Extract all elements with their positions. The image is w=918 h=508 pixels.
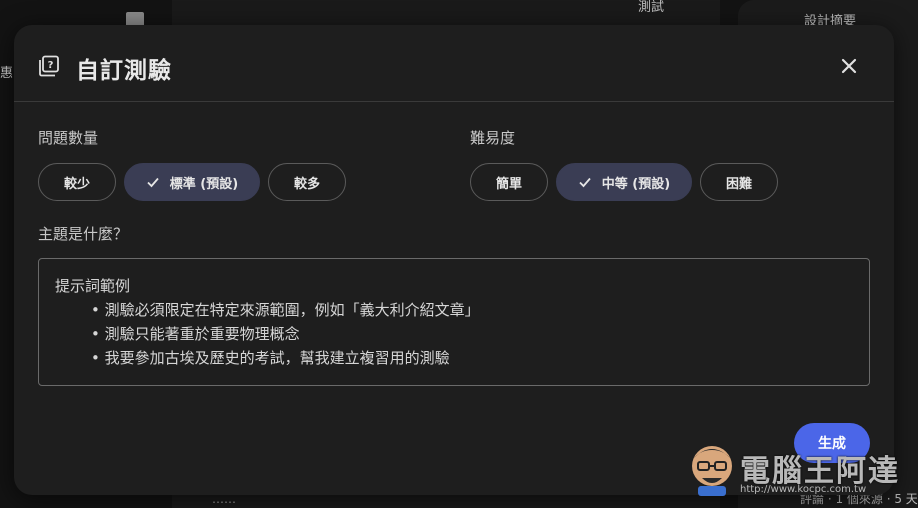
check-icon xyxy=(578,175,592,189)
watermark-url: http://www.kocpc.com.tw xyxy=(740,484,867,495)
dialog-title: 自訂測驗 xyxy=(76,58,172,84)
chip-standard[interactable]: 標準 (預設) xyxy=(124,163,260,201)
watermark-mascot-icon xyxy=(692,446,732,496)
topic-input[interactable]: 提示詞範例 • 測驗必須限定在特定來源範圍，例如「義大利介紹文章」 • 測驗只能… xyxy=(38,258,870,386)
background-top-text: 測試 xyxy=(638,0,665,15)
topic-example-1-text: 測驗必須限定在特定來源範圍，例如「義大利介紹文章」 xyxy=(104,301,480,319)
chip-hard[interactable]: 困難 xyxy=(700,163,778,201)
topic-label: 主題是什麼？ xyxy=(38,225,129,243)
difficulty-label: 難易度 xyxy=(470,129,516,147)
chip-more[interactable]: 較多 xyxy=(268,163,346,201)
chip-hard-label: 困難 xyxy=(725,176,752,192)
question-count-label: 問題數量 xyxy=(38,129,99,147)
chip-medium-label: 中等 (預設) xyxy=(601,176,671,192)
chip-fewer-label: 較少 xyxy=(63,176,90,192)
check-icon xyxy=(146,175,160,189)
topic-example-2-text: 測驗只能著重於重要物理概念 xyxy=(104,325,300,343)
quiz-icon: ? xyxy=(38,55,60,77)
customize-quiz-dialog: ? 自訂測驗 問題數量 較少 標準 (預設) 較多 難易度 簡單 中等 (預設)… xyxy=(14,25,894,495)
chip-standard-label: 標準 (預設) xyxy=(169,176,239,192)
topic-example-1: • 測驗必須限定在特定來源範圍，例如「義大利介紹文章」 xyxy=(91,301,480,319)
chip-fewer[interactable]: 較少 xyxy=(38,163,116,201)
close-icon[interactable] xyxy=(836,53,862,79)
chip-easy[interactable]: 簡單 xyxy=(470,163,548,201)
chip-medium[interactable]: 中等 (預設) xyxy=(556,163,692,201)
topic-example-3: • 我要參加古埃及歷史的考試，幫我建立複習用的測驗 xyxy=(91,349,450,367)
chip-easy-label: 簡單 xyxy=(495,176,522,192)
background-left-text: 惠 xyxy=(0,66,14,81)
topic-example-2: • 測驗只能著重於重要物理概念 xyxy=(91,325,300,343)
chip-more-label: 較多 xyxy=(293,176,320,192)
topic-placeholder-heading: 提示詞範例 xyxy=(55,277,131,295)
svg-text:?: ? xyxy=(48,60,54,71)
topic-example-3-text: 我要參加古埃及歷史的考試，幫我建立複習用的測驗 xyxy=(104,349,450,367)
dialog-header: ? 自訂測驗 xyxy=(14,25,894,102)
watermark: 電腦王阿達 http://www.kocpc.com.tw xyxy=(680,432,912,502)
